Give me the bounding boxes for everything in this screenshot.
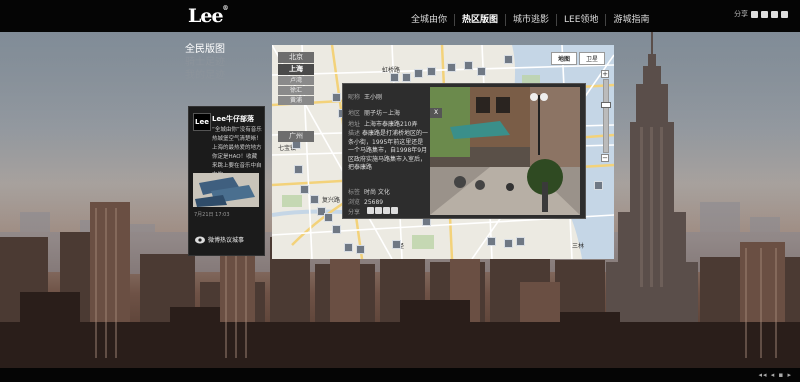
popup-tags-row: 标签 时尚 文化 [348, 187, 390, 196]
weibo-post-image[interactable] [193, 173, 259, 207]
weibo-discuss-label: 微博热议城事 [208, 237, 245, 244]
popup-nickname-row: 昵称 王小刚 [348, 92, 382, 101]
popup-share-key: 分享 [348, 209, 361, 216]
tags-key: 标签 [348, 189, 361, 196]
map-marker[interactable] [504, 239, 513, 248]
kaixin-icon[interactable] [761, 10, 768, 18]
map-marker[interactable] [594, 181, 603, 190]
weibo-eye-icon [195, 236, 205, 243]
jeans-photo [193, 173, 259, 207]
district-luwan[interactable]: 卢湾 [278, 76, 314, 85]
location-photo[interactable] [430, 87, 580, 215]
nav-youcheng-zhinan[interactable]: 游城指南 [605, 14, 656, 26]
nickname-value: 王小刚 [364, 94, 383, 101]
map-mode-map-button[interactable]: 地图 [551, 52, 578, 65]
lee-logo[interactable]: Lee® [188, 5, 229, 27]
zoom-slider-thumb[interactable] [601, 102, 611, 108]
map-marker[interactable] [294, 165, 303, 174]
map-marker[interactable] [427, 67, 436, 76]
city-guangzhou[interactable]: 广州 [278, 131, 314, 142]
zoom-out-button[interactable]: − [601, 154, 609, 162]
district-xuhui[interactable]: 徐汇 [278, 86, 314, 95]
map-marker[interactable] [344, 243, 353, 252]
logo-text: Lee [188, 5, 224, 27]
zoom-slider-track[interactable] [601, 79, 611, 153]
share-bar: 分享 [734, 9, 788, 19]
location-popup: 昵称 王小刚 地区 丽子坊－上海 地址 上海市泰康路210弄 描述 泰康路是打浦桥地区… [342, 83, 586, 219]
address-key: 地址 [348, 121, 361, 128]
map-mode-satellite-button[interactable]: 卫星 [579, 52, 606, 65]
views-key: 浏览 [348, 199, 361, 206]
map-mode-switch: 地图 卫星 [551, 52, 606, 65]
street-scene-photo [430, 87, 580, 215]
map-marker[interactable] [332, 93, 341, 102]
address-value: 上海市泰康路210弄 [364, 121, 418, 128]
bottom-bar: ◂◂ ◂ ▪ ▸ [0, 368, 800, 382]
map-label-6: 复兴路 [322, 197, 341, 204]
map-marker[interactable] [332, 225, 341, 234]
map-marker[interactable] [477, 67, 486, 76]
weibo-post-text: “全城由你”没有音乐热城堡空气清楚晰！上海的最热爱的地方你定是HAO！收藏来跳上… [212, 127, 262, 178]
map-marker[interactable] [487, 237, 496, 246]
map-marker[interactable] [300, 185, 309, 194]
city-selector: 北京 上海 卢湾 徐汇 黄浦 广州 [278, 52, 314, 143]
weibo-avatar[interactable]: Lee [193, 113, 211, 131]
popup-address-row: 地址 上海市泰康路210弄 [348, 119, 417, 128]
sina-weibo-icon[interactable] [366, 207, 374, 214]
city-shanghai[interactable]: 上海 [278, 64, 314, 75]
popup-description: 描述 泰康路是打浦桥地区的一条小街，1995年前这里还是一个马路集市，自1998… [348, 130, 428, 173]
renren-icon[interactable] [382, 207, 390, 214]
views-value: 25689 [364, 199, 384, 206]
map-marker[interactable] [392, 240, 401, 249]
map-marker[interactable] [447, 63, 456, 72]
main-nav: 全城由你 热区版图 城市逃影 LEE领地 游城指南 [404, 14, 656, 26]
side-item-quanmin-bantu[interactable]: 全民版图 [185, 43, 225, 56]
map-marker[interactable] [310, 195, 319, 204]
map-marker[interactable] [324, 213, 333, 222]
tags-value: 时尚 文化 [364, 189, 390, 196]
douban-icon[interactable] [781, 10, 788, 18]
map-marker[interactable] [356, 245, 365, 254]
side-item-wode-zuji[interactable]: 我的足迹 [185, 69, 225, 82]
zoom-in-button[interactable]: + [601, 70, 609, 78]
weibo-panel: Lee Lee牛仔部落 “全城由你”没有音乐热城堡空气清楚晰！上海的最热爱的地方… [188, 106, 265, 256]
share-label: 分享 [734, 10, 748, 18]
weibo-account-name[interactable]: Lee牛仔部落 [212, 114, 254, 124]
district-huangpu[interactable]: 黄浦 [278, 96, 314, 105]
renren-icon[interactable] [771, 10, 778, 18]
douban-icon[interactable] [390, 207, 398, 214]
top-bar: Lee® 全城由你 热区版图 城市逃影 LEE领地 游城指南 分享 [0, 0, 800, 32]
popup-area-row: 地区 丽子坊－上海 [348, 108, 400, 117]
map-marker[interactable] [390, 73, 399, 82]
side-item-qishi-zuji[interactable]: 骑士足迹 [185, 56, 225, 69]
weibo-discuss-button[interactable]: 微博热议城事 [195, 235, 244, 244]
map-label-5: 三林 [572, 243, 585, 250]
zoom-control: + − [601, 70, 611, 162]
map-marker[interactable] [414, 69, 423, 78]
area-value: 丽子坊－上海 [364, 110, 401, 117]
nav-chengshi-taoying[interactable]: 城市逃影 [505, 14, 556, 26]
map-marker[interactable] [402, 73, 411, 82]
kaixin-icon[interactable] [374, 207, 382, 214]
media-controls[interactable]: ◂◂ ◂ ▪ ▸ [759, 371, 792, 379]
logo-registered-mark: ® [222, 5, 229, 12]
map-marker[interactable] [516, 237, 525, 246]
city-beijing[interactable]: 北京 [278, 52, 314, 63]
nav-lee-lingdi[interactable]: LEE领地 [556, 14, 605, 26]
nav-requ-bantu[interactable]: 热区版图 [454, 14, 505, 26]
nickname-key: 昵称 [348, 94, 361, 101]
description-key: 描述 [348, 130, 361, 137]
area-key: 地区 [348, 110, 361, 117]
side-menu: 全民版图 骑士足迹 我的足迹 [185, 43, 225, 82]
map-marker[interactable] [464, 61, 473, 70]
nav-quancheng[interactable]: 全城由你 [404, 14, 454, 26]
description-text: 泰康路是打浦桥地区的一条小街，1995年前这里还是一个马路集市，自1998年9月… [348, 130, 428, 171]
map-marker[interactable] [504, 55, 513, 64]
popup-share-row: 分享 [348, 207, 398, 216]
weibo-post-time: 7月21日 17:03 [194, 212, 230, 218]
sina-weibo-icon[interactable] [751, 10, 758, 18]
popup-views-row: 浏览 25689 [348, 197, 383, 206]
popup-close-button[interactable]: X [430, 108, 442, 118]
